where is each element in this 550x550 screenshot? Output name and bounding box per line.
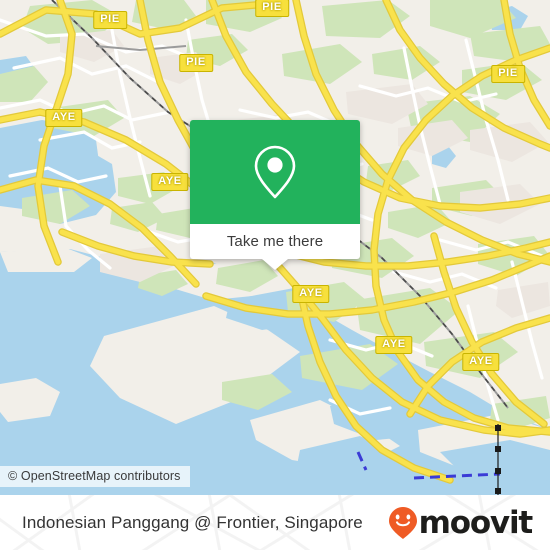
- road-shield-pie: PIE: [491, 65, 525, 83]
- moovit-map-screenshot: PIE PIE PIE PIE AYE AYE AYE AYE AYE © OpenStreet…: [0, 0, 550, 550]
- location-popup-card[interactable]: Take me there: [190, 120, 360, 270]
- road-shield-aye: AYE: [462, 353, 500, 371]
- footer-bar: Indonesian Panggang @ Frontier, Singapor…: [0, 495, 550, 550]
- osm-attribution[interactable]: © OpenStreetMap contributors: [0, 466, 190, 487]
- moovit-logo[interactable]: moovit: [388, 495, 534, 550]
- popup-tail: [262, 259, 288, 270]
- road-shield-pie: PIE: [93, 11, 127, 29]
- moovit-smiley-pin-icon: [388, 506, 417, 539]
- popup-cta-panel[interactable]: Take me there: [190, 224, 360, 270]
- moovit-wordmark: moovit: [418, 505, 534, 541]
- road-shield-aye: AYE: [151, 173, 189, 191]
- map-pin-icon: [254, 145, 296, 199]
- road-shield-aye: AYE: [292, 285, 330, 303]
- popup-pin-panel: [190, 120, 360, 224]
- take-me-there-label: Take me there: [226, 233, 324, 250]
- road-shield-aye: AYE: [375, 336, 413, 354]
- road-shield-pie: PIE: [179, 54, 213, 72]
- place-title: Indonesian Panggang @ Frontier, Singapor…: [22, 512, 363, 532]
- road-shield-pie: PIE: [255, 0, 289, 17]
- road-shield-aye: AYE: [45, 109, 83, 127]
